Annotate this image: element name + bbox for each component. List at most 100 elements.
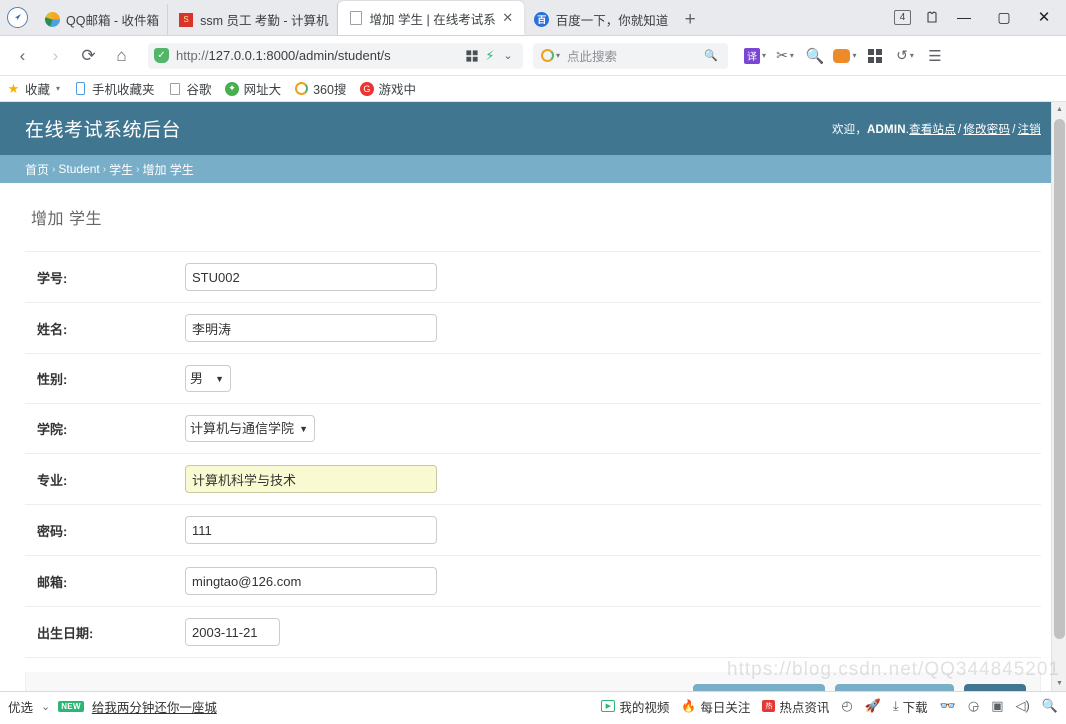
qr-icon[interactable]	[463, 49, 481, 63]
magnifier-icon[interactable]: 🔍	[800, 41, 830, 71]
clock-icon[interactable]: ◴	[841, 698, 852, 714]
game-icon[interactable]: ▾	[830, 41, 860, 71]
gender-select[interactable]: 男	[185, 365, 231, 392]
student-id-input[interactable]	[185, 263, 437, 291]
url-text: http://127.0.0.1:8000/admin/student/s	[176, 48, 463, 63]
bookmark-hao[interactable]: ✦ 网址大	[225, 79, 281, 98]
lightning-icon[interactable]: ⚡	[481, 48, 499, 64]
password-input[interactable]	[185, 516, 437, 544]
maximize-button[interactable]: ▢	[984, 0, 1024, 34]
volume-icon[interactable]: ◁)	[1015, 698, 1029, 714]
scroll-up-icon[interactable]: ▲	[1052, 102, 1066, 117]
birth-date-input[interactable]	[185, 618, 280, 646]
tab-count-badge[interactable]: 4	[894, 9, 911, 25]
close-icon[interactable]: ✕	[500, 10, 516, 26]
bookmark-label: 游戏中	[378, 83, 416, 97]
window-icon[interactable]: ▣	[991, 698, 1003, 714]
scroll-down-icon[interactable]: ▼	[1052, 676, 1066, 691]
rocket-icon[interactable]: 🚀	[865, 698, 881, 714]
undo-icon[interactable]: ↺ ▾	[890, 41, 920, 71]
chevron-down-icon[interactable]: ⌄	[499, 49, 517, 62]
my-video-button[interactable]: ▶ 我的视频	[601, 697, 669, 716]
game-circle-icon: G	[359, 81, 374, 96]
scissors-icon[interactable]: ✂ ▾	[770, 41, 800, 71]
home-button[interactable]: ⌂	[105, 41, 138, 71]
search-input[interactable]: 点此搜索	[567, 46, 702, 65]
tab-qq-mail[interactable]: QQ邮箱 - 收件箱	[34, 4, 169, 35]
page-scrollbar[interactable]: ▲ ▼	[1051, 102, 1066, 691]
field-row-name: 姓名:	[25, 303, 1041, 354]
menu-icon[interactable]: ☰	[920, 41, 950, 71]
shield-icon[interactable]: ◶	[968, 698, 979, 714]
bookmark-360-search[interactable]: 360搜	[294, 79, 346, 98]
tab-list: QQ邮箱 - 收件箱 S ssm 员工 考勤 - 计算机 增加 学生 | 在线考…	[34, 0, 885, 35]
field-row-birth-date: 出生日期:	[25, 607, 1041, 658]
promo-headline-link[interactable]: 给我两分钟还你一座城	[92, 697, 217, 716]
field-wrapper	[185, 465, 1041, 493]
hao-icon: ✦	[225, 81, 240, 96]
reload-button[interactable]: ⟳	[72, 41, 105, 71]
site-title: 在线考试系统后台	[25, 120, 182, 141]
logout-link[interactable]: 注销	[1018, 124, 1041, 136]
field-row-email: 邮箱:	[25, 556, 1041, 607]
download-button[interactable]: ⤓ 下载	[893, 697, 928, 716]
search-box[interactable]: ▾ 点此搜索 🔍	[533, 42, 728, 69]
save-button[interactable]: 保存	[963, 684, 1026, 691]
chevron-down-icon[interactable]: ▾	[56, 84, 60, 93]
new-tab-button[interactable]: +	[676, 4, 704, 35]
tab-baidu[interactable]: 百 百度一下，你就知道	[524, 4, 677, 35]
chevron-down-icon[interactable]: ⌄	[41, 700, 50, 713]
bookmark-label: 收藏	[25, 83, 51, 97]
address-bar[interactable]: ✓ http://127.0.0.1:8000/admin/student/s …	[148, 42, 523, 69]
username: ADMIN	[867, 123, 906, 136]
bookmark-label: 360搜	[313, 83, 347, 97]
breadcrumb-student-model[interactable]: 学生	[109, 161, 133, 178]
close-window-button[interactable]: ✕	[1024, 0, 1064, 34]
url-rest: 127.0.0.1:8000/admin/student/s	[208, 48, 391, 63]
search-icon[interactable]: 🔍	[702, 49, 720, 62]
browser-toolbar: ‹ › ⟳ ⌂ ✓ http://127.0.0.1:8000/admin/st…	[0, 36, 1066, 76]
download-label: 下载	[902, 700, 928, 715]
add-student-form: 学号: 姓名: 性别: 男	[25, 251, 1041, 691]
chevron-down-icon[interactable]: ▾	[556, 51, 560, 60]
bookmark-favorites[interactable]: ★ 收藏 ▾	[6, 79, 60, 98]
tab-add-student[interactable]: 增加 学生 | 在线考试系 ✕	[337, 1, 524, 35]
label-email: 邮箱:	[37, 574, 68, 590]
bookmark-games[interactable]: G 游戏中	[359, 79, 416, 98]
email-input[interactable]	[185, 567, 437, 595]
save-and-continue-button[interactable]: 保存并继续编辑	[834, 684, 954, 691]
promo-label[interactable]: 优选	[8, 697, 33, 716]
major-input[interactable]	[185, 465, 437, 493]
label-major: 专业:	[37, 472, 68, 488]
tshirt-skin-icon[interactable]	[920, 2, 944, 32]
hot-news-button[interactable]: 热 热点资讯	[762, 697, 829, 716]
ssm-icon: S	[178, 12, 194, 28]
change-password-link[interactable]: 修改密码	[963, 124, 1010, 136]
daily-follow-button[interactable]: 🔥 每日关注	[681, 697, 750, 716]
breadcrumb-current: 增加 学生	[142, 162, 194, 177]
translate-icon[interactable]: 译 ▾	[740, 41, 770, 71]
breadcrumb-home[interactable]: 首页	[25, 161, 49, 178]
bookmark-google[interactable]: 谷歌	[168, 79, 212, 98]
breadcrumb: 首页 › Student › 学生 › 增加 学生	[0, 155, 1066, 183]
glasses-icon[interactable]: 👓	[940, 698, 956, 714]
save-and-add-another-button[interactable]: 保存并增加另一个	[692, 684, 825, 691]
label-college: 学院:	[37, 422, 68, 437]
breadcrumb-separator: ›	[52, 163, 56, 175]
name-input[interactable]	[185, 314, 437, 342]
tab-ssm-attendance[interactable]: S ssm 员工 考勤 - 计算机	[168, 4, 338, 35]
scrollbar-thumb[interactable]	[1054, 119, 1065, 639]
breadcrumb-student-app[interactable]: Student	[58, 162, 99, 176]
field-wrapper: 计算机与通信学院 ▼	[185, 415, 1041, 442]
back-button[interactable]: ‹	[6, 41, 39, 71]
view-site-link[interactable]: 查看站点	[909, 124, 956, 136]
minimize-button[interactable]: —	[944, 0, 984, 34]
forward-button[interactable]: ›	[39, 41, 72, 71]
apps-grid-icon[interactable]	[860, 41, 890, 71]
daily-follow-label: 每日关注	[700, 700, 751, 715]
field-wrapper	[185, 567, 1041, 595]
field-row-student-id: 学号:	[25, 251, 1041, 303]
search-icon[interactable]: 🔍	[1042, 698, 1058, 714]
bookmark-mobile-favorites[interactable]: 手机收藏夹	[73, 79, 155, 98]
college-select[interactable]: 计算机与通信学院	[185, 415, 315, 442]
